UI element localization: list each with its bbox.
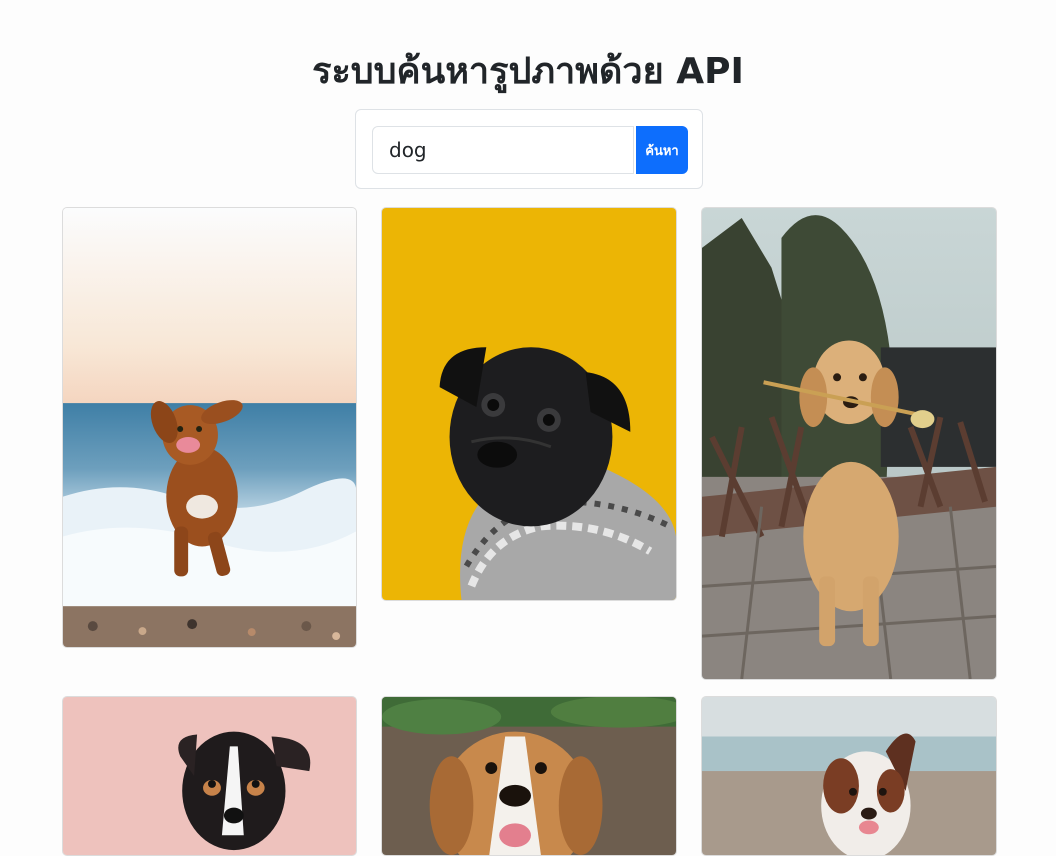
search-input[interactable]	[372, 126, 634, 174]
result-image-3[interactable]	[701, 207, 997, 680]
search-button[interactable]: ค้นหา	[636, 126, 688, 174]
photo-aussie-shepherd	[702, 697, 996, 855]
photo-terrier	[63, 697, 356, 855]
result-image-6[interactable]	[701, 696, 997, 856]
result-image-5[interactable]	[381, 696, 677, 856]
result-image-4[interactable]	[62, 696, 357, 856]
photo-golden-puppy	[702, 208, 996, 679]
search-form: ค้นหา	[355, 109, 703, 189]
result-image-1[interactable]	[62, 207, 357, 648]
result-image-2[interactable]	[381, 207, 677, 601]
photo-beagle	[382, 697, 676, 855]
page-title: ระบบค้นหารูปภาพด้วย API	[312, 51, 744, 92]
photo-dog-beach	[63, 208, 356, 647]
photo-pug	[382, 208, 676, 600]
